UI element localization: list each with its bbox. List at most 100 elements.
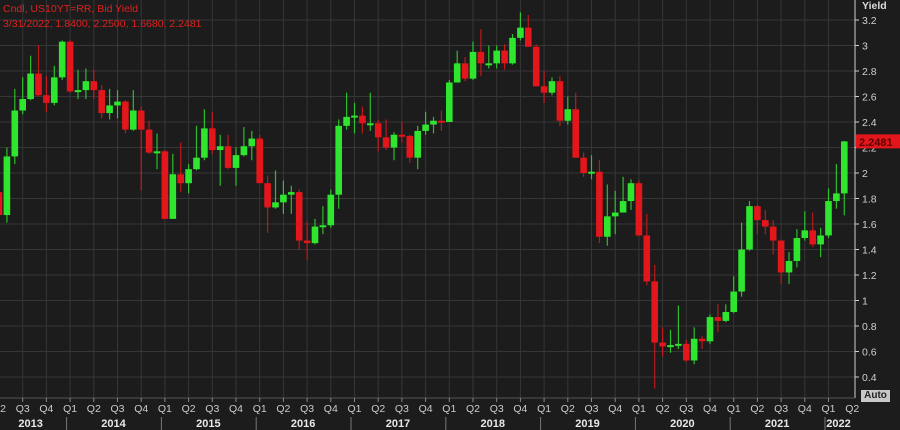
- candle-2021-07: [777, 239, 785, 284]
- candle-2022-03: [841, 141, 848, 216]
- candle-body: [232, 155, 240, 168]
- quarter-label: Q4: [798, 403, 812, 415]
- quarter-label: Q2: [750, 403, 764, 415]
- candle-2017-09: [414, 125, 421, 170]
- y-axis: 0.40.60.811.21.41.61.822.22.42.62.833.22…: [854, 0, 900, 398]
- candle-2019-08: [596, 160, 603, 244]
- quarter-label: Q1: [253, 403, 267, 415]
- candle-2015-12: [248, 130, 256, 161]
- candle-2020-11: [714, 304, 722, 333]
- candle-body: [793, 238, 801, 261]
- candle-body: [51, 77, 58, 103]
- candle-body: [667, 345, 674, 348]
- candle-2017-10: [422, 111, 429, 135]
- y-tick-label: 2.8: [862, 66, 877, 78]
- quarter-label: Q4: [39, 403, 53, 415]
- candle-body: [295, 192, 303, 241]
- year-label: 2017: [386, 418, 410, 430]
- candle-body: [785, 260, 793, 273]
- candle-body: [130, 110, 137, 130]
- quarter-label: Q1: [347, 403, 361, 415]
- candle-2016-09: [319, 206, 327, 235]
- candle-body: [153, 151, 161, 154]
- quarter-label: Q3: [300, 403, 314, 415]
- candle-body: [343, 116, 350, 126]
- candle-body: [137, 110, 145, 130]
- candle-body: [690, 338, 698, 361]
- candle-body: [833, 193, 840, 202]
- candle-2018-08: [501, 44, 508, 70]
- quarter-label: Q2: [0, 403, 6, 415]
- quarter-label: Q2: [371, 403, 385, 415]
- candle-body: [453, 63, 461, 83]
- candle-2017-03: [367, 92, 374, 131]
- candle-body: [754, 206, 761, 221]
- candle-2014-06: [106, 88, 113, 120]
- candle-2021-08: [785, 252, 793, 284]
- candle-body: [0, 192, 3, 216]
- candle-body: [224, 146, 232, 168]
- candle-2013-04: [0, 192, 3, 216]
- candle-2021-04: [754, 204, 761, 235]
- candle-body: [90, 81, 98, 91]
- candle-body: [177, 174, 184, 184]
- candle-body: [580, 157, 587, 173]
- quarter-label: Q3: [110, 403, 124, 415]
- candle-2018-05: [477, 28, 485, 77]
- candle-2017-04: [374, 119, 382, 152]
- candle-body: [43, 95, 50, 103]
- candle-body: [651, 281, 658, 343]
- candle-2018-01: [446, 79, 453, 122]
- candle-2017-08: [406, 134, 414, 163]
- candle-2013-06: [11, 88, 19, 165]
- candle-2014-01: [66, 40, 74, 93]
- candle-body: [659, 342, 666, 347]
- candle-body: [303, 240, 311, 244]
- candle-body: [185, 169, 192, 184]
- candle-body: [82, 81, 90, 91]
- candle-body: [27, 73, 34, 100]
- candle-body: [501, 50, 508, 64]
- candle-body: [722, 311, 730, 321]
- candle-2018-10: [517, 12, 524, 41]
- candle-body: [801, 230, 809, 239]
- candle-2016-11: [335, 119, 342, 209]
- candle-2018-02: [453, 50, 461, 83]
- candle-body: [461, 63, 469, 79]
- candle-body: [414, 130, 421, 158]
- year-label: 2014: [101, 418, 126, 430]
- quarter-label: Q4: [608, 403, 622, 415]
- candle-body: [532, 46, 540, 87]
- candle-body: [446, 82, 453, 122]
- quarter-label: Q3: [205, 403, 219, 415]
- candle-body: [280, 194, 287, 203]
- y-tick-label: 3: [862, 41, 868, 53]
- candle-body: [319, 225, 327, 228]
- candle-2020-02: [643, 213, 651, 286]
- y-axis-title: Yield: [862, 0, 887, 12]
- auto-scale-button[interactable]: Auto: [861, 390, 890, 402]
- candle-2017-02: [359, 106, 366, 134]
- quarter-label: Q1: [158, 403, 172, 415]
- candle-body: [374, 123, 382, 138]
- candle-2016-10: [327, 189, 335, 228]
- quarter-label: Q1: [63, 403, 77, 415]
- quarter-label: Q2: [276, 403, 290, 415]
- y-tick-label: 2: [862, 168, 868, 180]
- candle-2014-05: [98, 85, 105, 119]
- year-label: 2021: [765, 418, 789, 430]
- candle-body: [209, 128, 216, 151]
- candle-body: [169, 174, 177, 219]
- candle-2018-06: [485, 45, 493, 69]
- candle-2015-06: [201, 109, 208, 161]
- candle-body: [114, 101, 121, 106]
- quarter-label: Q2: [182, 403, 196, 415]
- candle-2018-07: [493, 45, 500, 69]
- candle-2019-01: [540, 71, 548, 103]
- quarter-label: Q2: [656, 403, 670, 415]
- candle-body: [604, 216, 611, 237]
- candle-2018-09: [509, 34, 516, 65]
- quarter-label: Q3: [584, 403, 598, 415]
- candle-body: [216, 146, 224, 151]
- candle-2020-01: [635, 180, 643, 236]
